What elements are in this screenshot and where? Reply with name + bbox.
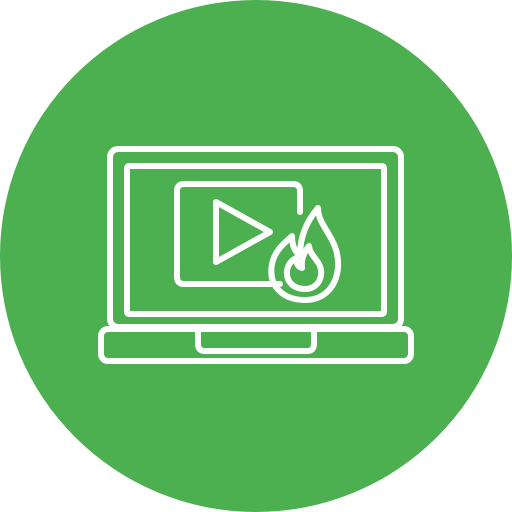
circle-background <box>0 0 512 512</box>
icon-canvas <box>0 0 512 512</box>
trending-video-laptop-icon <box>0 0 512 512</box>
